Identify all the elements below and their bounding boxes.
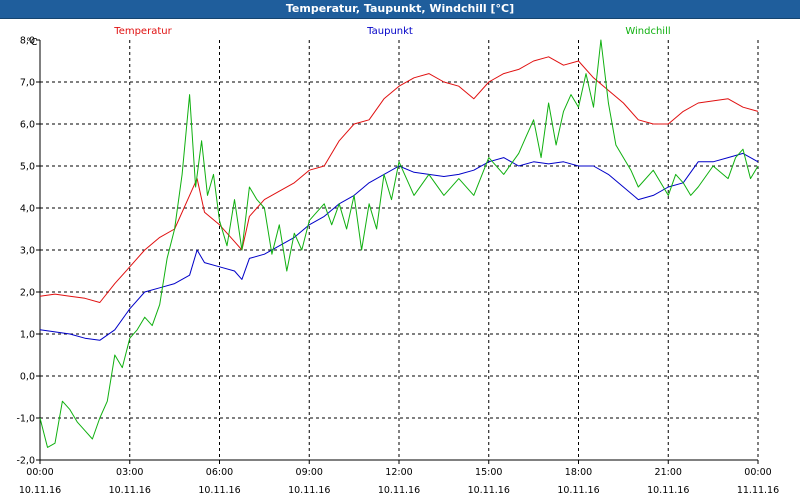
- x-tick-time: 15:00: [475, 467, 502, 478]
- y-tick-label: 7,0: [20, 78, 35, 89]
- y-tick-label: 0,0: [20, 372, 35, 383]
- y-tick-label: -2,0: [16, 456, 35, 467]
- x-tick-time: 00:00: [744, 467, 771, 478]
- legend: Temperatur Taupunkt Windchill: [113, 26, 670, 37]
- x-tick-time: 18:00: [565, 467, 592, 478]
- x-tick-time: 09:00: [296, 467, 323, 478]
- x-tick-date: 11.11.16: [737, 485, 779, 496]
- x-tick-date: 10.11.16: [288, 485, 330, 496]
- y-tick-label: -1,0: [16, 414, 35, 425]
- y-tick-label: 1,0: [20, 330, 35, 341]
- x-tick-time: 21:00: [655, 467, 682, 478]
- line-chart: °C 8,07,06,05,04,03,02,01,00,0-1,0-2,0 0…: [16, 26, 779, 496]
- legend-item-windchill: Windchill: [625, 26, 670, 37]
- y-tick-label: 3,0: [20, 246, 35, 257]
- x-tick-date: 10.11.16: [109, 485, 151, 496]
- x-tick-date: 10.11.16: [19, 485, 61, 496]
- legend-item-taupunkt: Taupunkt: [366, 26, 413, 37]
- x-tick-labels: 00:00 10.11.16 03:00 10.11.16 06:00 10.11.16 0…: [19, 460, 779, 496]
- y-tick-label: 4,0: [20, 204, 35, 215]
- x-tick-time: 00:00: [26, 467, 53, 478]
- y-tick-label: 2,0: [20, 288, 35, 299]
- y-tick-label: 6,0: [20, 120, 35, 131]
- chart-window: Temperatur, Taupunkt, Windchill [°C] °C …: [0, 0, 800, 500]
- x-tick-date: 10.11.16: [198, 485, 240, 496]
- y-tick-label: 5,0: [20, 162, 35, 173]
- x-tick-time: 12:00: [385, 467, 412, 478]
- x-tick-date: 10.11.16: [647, 485, 689, 496]
- y-tick-labels: 8,0 7,0 6,0 5,0 4,0 3,0 2,0 1,0 0,0 -1,0 -2,0: [16, 36, 40, 467]
- title-bar: Temperatur, Taupunkt, Windchill [°C]: [0, 0, 800, 19]
- legend-item-temperatur: Temperatur: [113, 26, 172, 37]
- chart-title: Temperatur, Taupunkt, Windchill [°C]: [285, 2, 515, 15]
- y-tick-label: 8,0: [20, 36, 35, 47]
- x-tick-date: 10.11.16: [557, 485, 599, 496]
- x-tick-date: 10.11.16: [468, 485, 510, 496]
- x-tick-date: 10.11.16: [378, 485, 420, 496]
- x-tick-time: 03:00: [116, 467, 143, 478]
- x-tick-time: 06:00: [206, 467, 233, 478]
